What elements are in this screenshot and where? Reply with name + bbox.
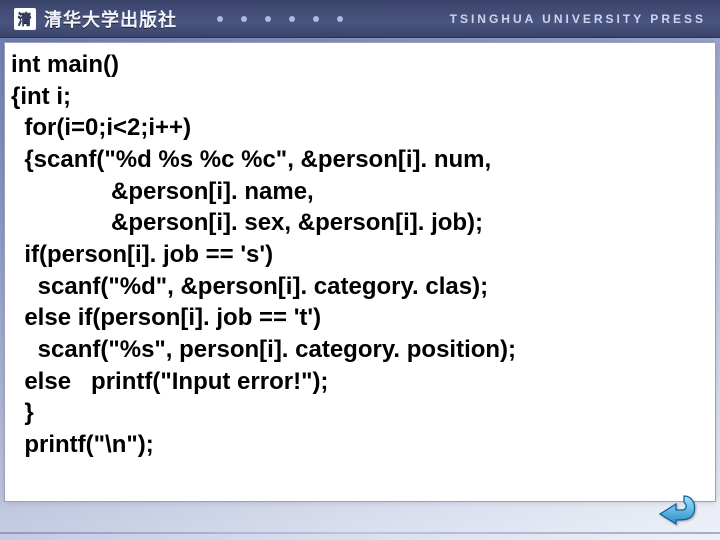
code-line: int main() bbox=[11, 51, 119, 78]
code-line: } bbox=[11, 399, 34, 426]
dot-icon bbox=[313, 16, 319, 22]
publisher-name: 清华大学出版社 bbox=[44, 6, 177, 32]
code-line: {scanf("%d %s %c %c", &person[i]. num, bbox=[11, 146, 491, 173]
publisher-name-en: TSINGHUA UNIVERSITY PRESS bbox=[450, 12, 706, 26]
code-line: for(i=0;i<2;i++) bbox=[11, 114, 191, 141]
dot-icon bbox=[241, 16, 247, 22]
footer-divider bbox=[0, 532, 720, 534]
code-line: printf("\n"); bbox=[11, 431, 154, 458]
back-button[interactable] bbox=[654, 490, 698, 526]
logo-mark-icon: 清 bbox=[14, 8, 36, 30]
publisher-logo: 清 清华大学出版社 bbox=[14, 6, 177, 32]
dot-icon bbox=[265, 16, 271, 22]
slide: 清 清华大学出版社 TSINGHUA UNIVERSITY PRESS int … bbox=[0, 0, 720, 540]
dot-icon bbox=[337, 16, 343, 22]
code-line: {int i; bbox=[11, 83, 71, 110]
back-arrow-icon bbox=[654, 490, 698, 526]
code-line: scanf("%d", &person[i]. category. clas); bbox=[11, 273, 488, 300]
code-line: if(person[i]. job == 's') bbox=[11, 241, 273, 268]
dot-icon bbox=[289, 16, 295, 22]
header-bar: 清 清华大学出版社 TSINGHUA UNIVERSITY PRESS bbox=[0, 0, 720, 38]
decorative-dots bbox=[217, 16, 343, 22]
code-line: else printf("Input error!"); bbox=[11, 368, 328, 395]
code-line: else if(person[i]. job == 't') bbox=[11, 304, 321, 331]
code-line: scanf("%s", person[i]. category. positio… bbox=[11, 336, 516, 363]
code-line: &person[i]. sex, &person[i]. job); bbox=[11, 209, 483, 236]
code-panel: int main() {int i; for(i=0;i<2;i++) {sca… bbox=[4, 42, 716, 502]
dot-icon bbox=[217, 16, 223, 22]
code-line: &person[i]. name, bbox=[11, 178, 314, 205]
code-block: int main() {int i; for(i=0;i<2;i++) {sca… bbox=[11, 49, 709, 461]
